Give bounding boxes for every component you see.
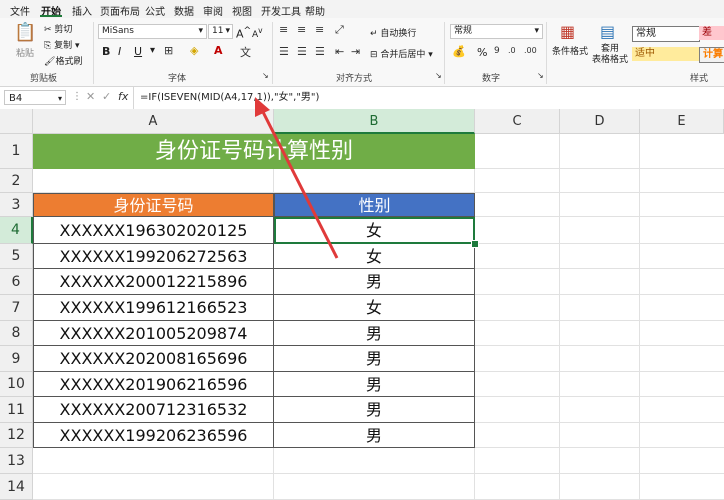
annotation-arrow bbox=[255, 97, 339, 259]
